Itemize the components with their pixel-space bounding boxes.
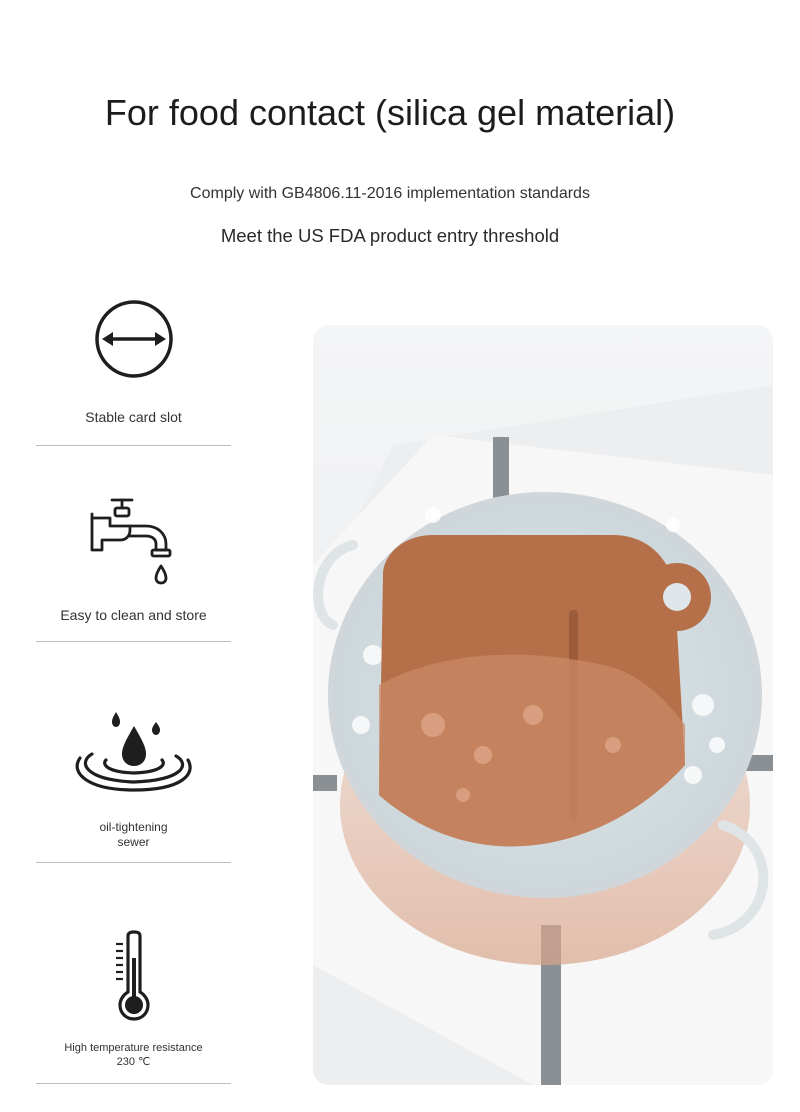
feature-oil-tightening: oil-tightening sewer: [36, 706, 231, 850]
feature-label: oil-tightening sewer: [36, 820, 231, 850]
page-title: For food contact (silica gel material): [104, 92, 676, 133]
divider: [36, 641, 231, 642]
feature-label-line: 230 ℃: [116, 1055, 151, 1068]
feature-high-temperature: High temperature resistance 230 ℃: [36, 930, 231, 1070]
feature-label-line: sewer: [117, 835, 150, 849]
feature-easy-clean: Easy to clean and store: [36, 496, 231, 623]
double-arrow-circle-icon: [94, 300, 173, 378]
standard-compliance-text: Comply with GB4806.11-2016 implementatio…: [190, 185, 590, 202]
divider: [36, 862, 231, 863]
feature-stable-card-slot: Stable card slot: [36, 298, 231, 425]
feature-label: Easy to clean and store: [60, 607, 207, 623]
divider: [36, 1083, 231, 1084]
water-drop-ripple-icon: [75, 712, 192, 792]
feature-label-line: High temperature resistance: [64, 1042, 203, 1054]
pot-on-stove-illustration: [313, 325, 773, 1085]
feature-label: High temperature resistance 230 ℃: [36, 1042, 231, 1070]
feature-label: Stable card slot: [85, 409, 182, 425]
divider: [36, 445, 231, 446]
thermometer-icon: [115, 930, 150, 1021]
faucet-icon: [90, 498, 171, 585]
feature-label-line: oil-tightening: [99, 820, 168, 834]
product-photo: [313, 325, 773, 1085]
fda-compliance-text: Meet the US FDA product entry threshold: [220, 225, 560, 246]
